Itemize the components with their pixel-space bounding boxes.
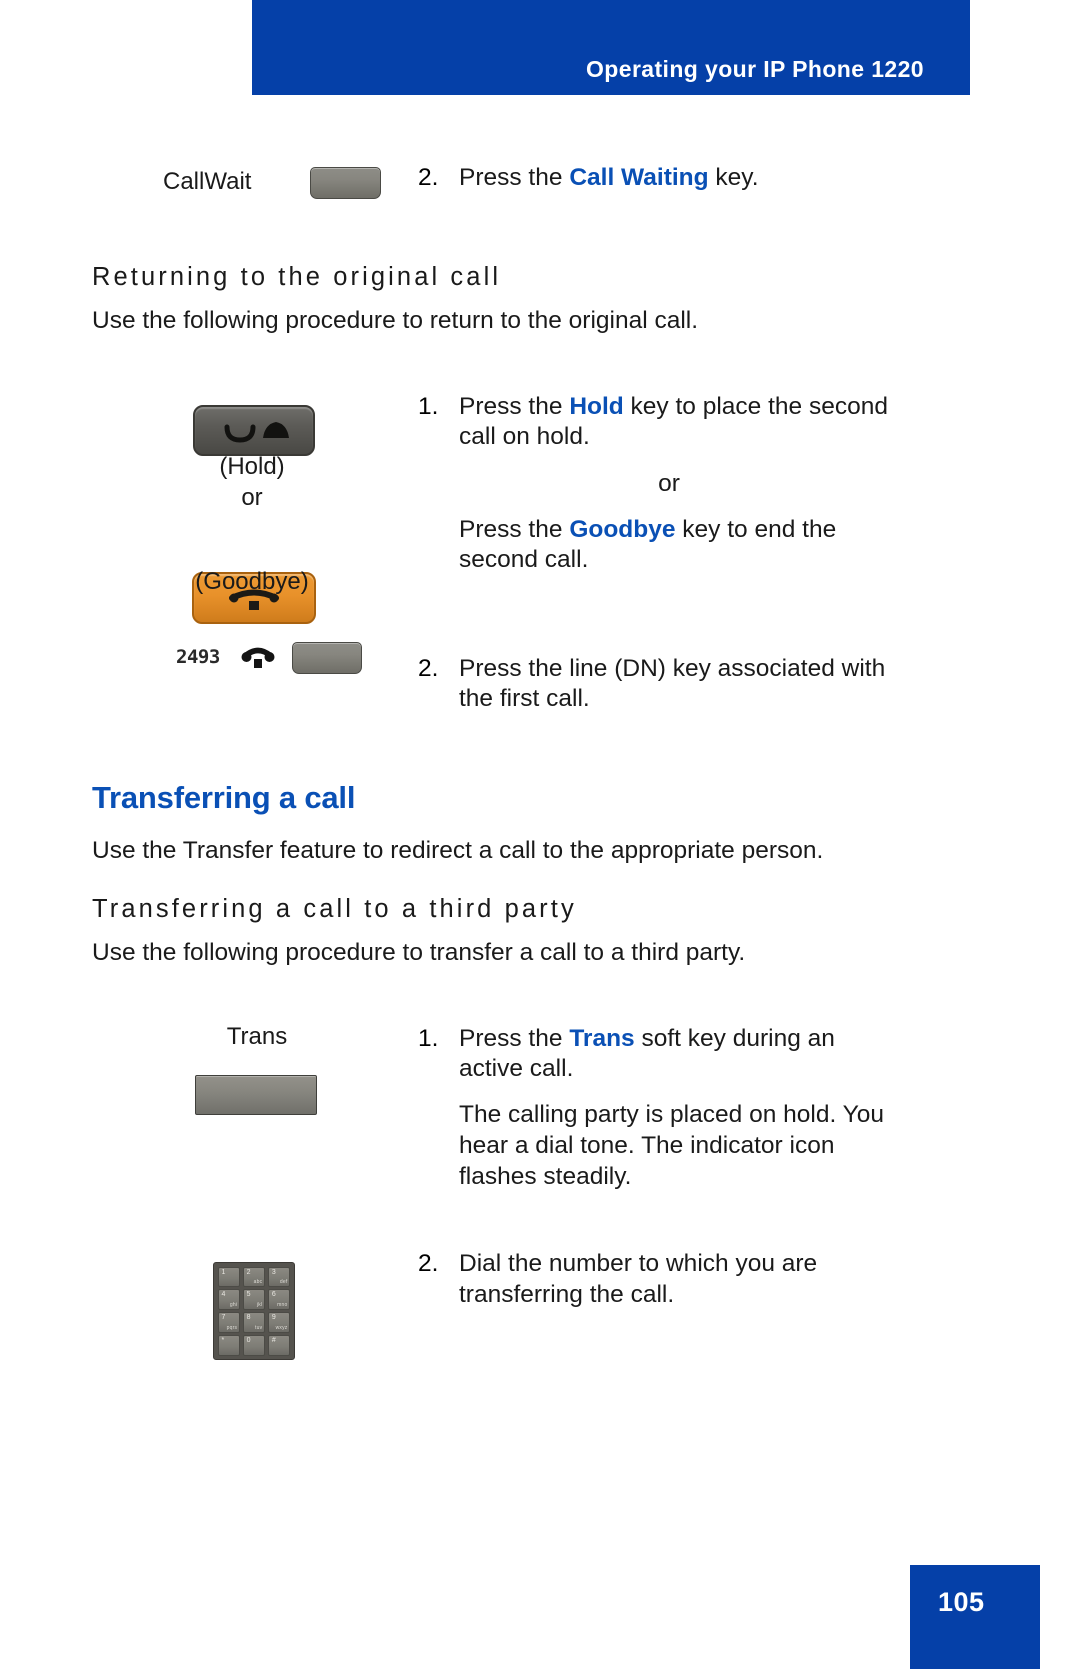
step1-text-before: Press the bbox=[459, 393, 570, 420]
keypad-key-number: 8 bbox=[246, 1314, 251, 1322]
transfer-step1-before: Press the bbox=[459, 1025, 570, 1052]
header-banner: Operating your IP Phone 1220 bbox=[252, 0, 970, 95]
step1-keyword-goodbye: Goodbye bbox=[569, 516, 676, 543]
returning-step1-or: or bbox=[658, 470, 680, 497]
keypad-key-number: # bbox=[271, 1337, 276, 1345]
keypad-key-number: 7 bbox=[221, 1314, 226, 1322]
returning-step2-number: 2. bbox=[418, 655, 439, 682]
step1-alt-before: Press the bbox=[459, 516, 570, 543]
keypad-key-number: 2 bbox=[246, 1268, 251, 1276]
keypad-key[interactable]: 4 ghi bbox=[217, 1289, 241, 1310]
goodbye-key-caption: (Goodbye) bbox=[195, 568, 309, 595]
transfer-step2-line1: Dial the number to which you are bbox=[459, 1250, 818, 1277]
keypad-key[interactable]: 7 pqrs bbox=[217, 1312, 241, 1333]
keypad-key[interactable]: 3 def bbox=[267, 1266, 291, 1287]
keypad-key-letters: def bbox=[279, 1278, 288, 1285]
returning-step2-line1: Press the line (DN) key associated with bbox=[459, 655, 886, 682]
keypad-key[interactable]: * bbox=[217, 1335, 241, 1356]
keypad-key[interactable]: 5 jkl bbox=[242, 1289, 266, 1310]
hold-key-button[interactable] bbox=[193, 405, 315, 456]
intro-transferring: Use the Transfer feature to redirect a c… bbox=[92, 837, 824, 864]
keypad-key-letters: abc bbox=[253, 1278, 263, 1285]
callwait-step-text: Press the Call Waiting key. bbox=[459, 163, 979, 193]
step1-alt-after: key to end the bbox=[675, 516, 837, 543]
transfer-step2-line2: transferring the call. bbox=[459, 1281, 675, 1308]
keypad-key-number: 4 bbox=[221, 1291, 226, 1299]
keypad-key-number: 6 bbox=[271, 1291, 276, 1299]
intro-transfer-third-party: Use the following procedure to transfer … bbox=[92, 939, 746, 966]
transfer-step1-keyword: Trans bbox=[569, 1025, 635, 1052]
hold-goodbye-or-caption: or bbox=[241, 484, 263, 511]
telephone-icon bbox=[241, 647, 275, 668]
keypad-key[interactable]: 8 tuv bbox=[242, 1312, 266, 1333]
keypad-key[interactable]: 0 bbox=[242, 1335, 266, 1356]
transfer-step1-number: 1. bbox=[418, 1025, 439, 1052]
dial-keypad[interactable]: 1 2 abc 3 def 4 ghi 5 jkl 6 mno 7 pqrs 8 bbox=[213, 1262, 295, 1360]
keypad-key[interactable]: 9 wxyz bbox=[267, 1312, 291, 1333]
line-dn-number: 2493 bbox=[176, 646, 220, 668]
returning-step1-number: 1. bbox=[418, 393, 439, 420]
returning-step1-line2: call on hold. bbox=[459, 423, 590, 450]
callwait-text-after: key. bbox=[708, 164, 759, 191]
keypad-key[interactable]: 6 mno bbox=[267, 1289, 291, 1310]
hold-key-caption: (Hold) bbox=[219, 453, 285, 480]
header-title: Operating your IP Phone 1220 bbox=[586, 56, 924, 82]
keypad-key-number: 0 bbox=[246, 1337, 251, 1345]
returning-step1-line1: Press the Hold key to place the second bbox=[459, 392, 929, 422]
keypad-key-number: 9 bbox=[271, 1314, 276, 1322]
keypad-key-letters: ghi bbox=[229, 1301, 238, 1308]
keypad-key-letters: wxyz bbox=[275, 1324, 288, 1331]
heading-transferring-a-call: Transferring a call bbox=[92, 780, 356, 815]
keypad-key[interactable]: # bbox=[267, 1335, 291, 1356]
keypad-key-letters: jkl bbox=[257, 1301, 263, 1308]
keypad-key-number: 3 bbox=[271, 1268, 276, 1276]
step1-text-after: key to place the second bbox=[623, 393, 888, 420]
keypad-key[interactable]: 2 abc bbox=[242, 1266, 266, 1287]
keypad-key-letters: pqrs bbox=[226, 1324, 238, 1331]
subheading-transfer-third-party: Transferring a call to a third party bbox=[92, 895, 577, 923]
callwait-step-number: 2. bbox=[418, 164, 439, 191]
hold-icon bbox=[224, 422, 289, 443]
transfer-step1-after: soft key during an bbox=[634, 1025, 835, 1052]
line-dn-key-button[interactable] bbox=[292, 642, 362, 674]
keypad-key-letters: tuv bbox=[255, 1324, 263, 1331]
heading-returning-to-original-call: Returning to the original call bbox=[92, 263, 502, 291]
page-number: 105 bbox=[938, 1587, 985, 1617]
transfer-step1-line1: Press the Trans soft key during an bbox=[459, 1024, 909, 1054]
keypad-key-number: 1 bbox=[221, 1268, 226, 1276]
document-page: Operating your IP Phone 1220 CallWait 2.… bbox=[0, 0, 1080, 1669]
transfer-step2-number: 2. bbox=[418, 1250, 439, 1277]
keypad-key-number: * bbox=[221, 1337, 225, 1345]
returning-step1-alt-line1: Press the Goodbye key to end the bbox=[459, 515, 929, 545]
callwait-soft-key[interactable] bbox=[310, 167, 381, 199]
keypad-key-number: 5 bbox=[246, 1291, 251, 1299]
page-number-box: 105 bbox=[910, 1565, 1040, 1669]
trans-soft-key-button[interactable] bbox=[195, 1075, 317, 1115]
trans-key-label: Trans bbox=[226, 1023, 288, 1050]
returning-step2-line2: the first call. bbox=[459, 685, 590, 712]
keypad-key-letters: mno bbox=[277, 1301, 288, 1308]
intro-returning: Use the following procedure to return to… bbox=[92, 307, 699, 334]
callwait-key-label: CallWait bbox=[163, 168, 252, 195]
callwait-keyword: Call Waiting bbox=[569, 164, 709, 191]
keypad-key[interactable]: 1 bbox=[217, 1266, 241, 1287]
transfer-step1-para-line2: hear a dial tone. The indicator icon bbox=[459, 1132, 835, 1159]
transfer-step1-line2: active call. bbox=[459, 1055, 574, 1082]
callwait-text-before: Press the bbox=[459, 164, 570, 191]
transfer-step1-para-line3: flashes steadily. bbox=[459, 1163, 632, 1190]
returning-step1-alt-line2: second call. bbox=[459, 546, 589, 573]
transfer-step1-para-line1: The calling party is placed on hold. You bbox=[459, 1101, 884, 1128]
step1-keyword-hold: Hold bbox=[569, 393, 624, 420]
